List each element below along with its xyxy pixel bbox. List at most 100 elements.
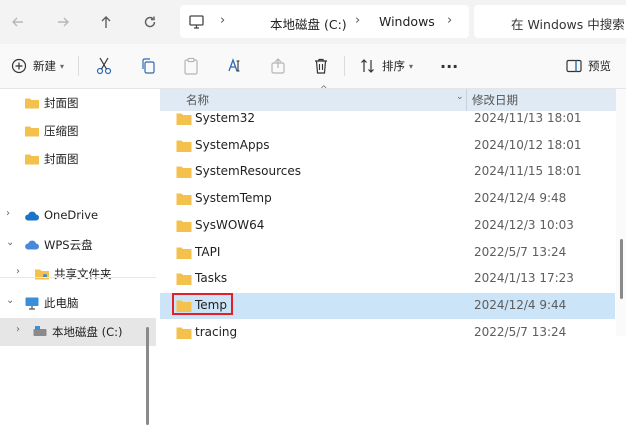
- nav-item-onedrive[interactable]: › OneDrive: [0, 202, 156, 230]
- search-placeholder: 在 Windows 中搜索: [511, 17, 625, 32]
- file-modified-date: 2024/1/13 17:23: [474, 271, 574, 286]
- drive-icon: [33, 326, 47, 336]
- up-button[interactable]: [95, 11, 117, 33]
- table-row[interactable]: TAPI 2022/5/7 13:24: [160, 240, 615, 266]
- table-row[interactable]: SystemApps 2024/10/12 18:01: [160, 133, 615, 159]
- file-name: SysWOW64: [195, 217, 265, 232]
- cloud-icon: [25, 240, 39, 250]
- share-button[interactable]: [270, 55, 286, 77]
- breadcrumb-drive[interactable]: 本地磁盘 (C:): [270, 14, 347, 33]
- nav-item-label: WPS云盘: [44, 238, 93, 252]
- folder-icon: [25, 98, 39, 109]
- nav-item-this-pc[interactable]: ⌄ 此电脑: [0, 289, 156, 317]
- file-name: TAPI: [195, 244, 221, 259]
- nav-item-cover-2[interactable]: 封面图: [0, 145, 156, 173]
- command-toolbar: 新建 ▾ 排序 ▾ ··· 预览: [0, 44, 626, 89]
- more-icon: ···: [440, 56, 459, 76]
- cloud-icon: [25, 211, 39, 221]
- file-modified-date: 2024/12/4 9:48: [474, 191, 567, 206]
- chevron-right-icon[interactable]: ›: [6, 208, 10, 219]
- rename-icon: [228, 58, 240, 72]
- folder-icon: [25, 154, 39, 165]
- table-row[interactable]: SystemResources 2024/11/15 18:01: [160, 159, 615, 185]
- search-input[interactable]: 在 Windows 中搜索: [474, 5, 626, 38]
- table-row[interactable]: SysWOW64 2024/12/3 10:03: [160, 213, 615, 239]
- nav-item-compressed[interactable]: 压缩图: [0, 117, 156, 145]
- folder-icon: [176, 113, 192, 125]
- chevron-down-icon[interactable]: ⌄: [6, 295, 14, 306]
- nav-item-label: 封面图: [44, 152, 79, 166]
- nav-item-label: 封面图: [44, 96, 79, 110]
- chevron-down-icon: ▾: [60, 61, 65, 71]
- chevron-down-icon[interactable]: ⌄: [456, 92, 464, 102]
- preview-pane-icon: [566, 59, 582, 73]
- address-bar: › 本地磁盘 (C:) › Windows › 在 Windows 中搜索: [0, 0, 626, 44]
- sort-icon: [361, 59, 374, 73]
- preview-button[interactable]: 预览: [566, 55, 611, 77]
- folder-icon: [176, 140, 192, 152]
- shared-folder-icon: [35, 269, 49, 280]
- nav-item-shared-folder[interactable]: › 共享文件夹: [0, 260, 156, 288]
- refresh-icon: [144, 16, 156, 28]
- nav-item-wps-cloud[interactable]: ⌄ WPS云盘: [0, 231, 156, 259]
- chevron-right-icon: ›: [220, 13, 226, 28]
- nav-item-label: 本地磁盘 (C:): [52, 325, 123, 339]
- trash-icon: [315, 58, 327, 74]
- folder-icon: [176, 166, 192, 179]
- nav-item-local-disk-c[interactable]: › 本地磁盘 (C:): [0, 318, 156, 346]
- plus-circle-icon: [11, 58, 27, 74]
- sort-label: 排序: [382, 59, 405, 73]
- nav-item-label: 共享文件夹: [54, 267, 112, 281]
- file-modified-date: 2022/5/7 13:24: [474, 324, 567, 339]
- nav-divider: [0, 277, 156, 278]
- file-name: SystemResources: [195, 164, 302, 179]
- file-name: SystemTemp: [195, 191, 272, 206]
- nav-scrollbar[interactable]: [146, 327, 149, 425]
- paste-button[interactable]: [183, 55, 199, 77]
- table-row[interactable]: Temp 2024/12/4 9:44: [160, 292, 615, 319]
- file-name: System32: [195, 111, 256, 125]
- table-row[interactable]: SystemTemp 2024/12/4 9:48: [160, 186, 615, 212]
- annotation-highlight-box: [172, 292, 233, 315]
- table-row[interactable]: Tasks 2024/1/13 17:23: [160, 266, 615, 292]
- chevron-down-icon: ▾: [409, 61, 414, 71]
- more-button[interactable]: ···: [440, 55, 458, 77]
- nav-item-label: 压缩图: [44, 124, 79, 138]
- refresh-button[interactable]: [139, 11, 161, 33]
- breadcrumb-windows[interactable]: Windows: [379, 14, 435, 29]
- scrollbar-thumb[interactable]: [620, 239, 623, 299]
- forward-button[interactable]: [52, 11, 74, 33]
- folder-icon: [176, 220, 192, 232]
- breadcrumb[interactable]: › 本地磁盘 (C:) › Windows ›: [180, 5, 469, 38]
- file-list: ^ 名称 ⌄ 修改日期 System32 2024/11/13 18:01 Syst…: [160, 85, 626, 339]
- back-button[interactable]: [7, 11, 29, 33]
- sort-button[interactable]: 排序 ▾: [360, 55, 413, 77]
- up-arrow-icon: [101, 16, 111, 28]
- table-row[interactable]: tracing 2022/5/7 13:24: [160, 320, 615, 346]
- navigation-pane: 封面图 压缩图 封面图 › OneDrive ⌄ WPS云盘 › 共享文件夹 ⌄…: [0, 89, 156, 425]
- new-button[interactable]: 新建 ▾: [11, 55, 64, 77]
- scissors-icon: [96, 57, 112, 75]
- table-row[interactable]: System32 2024/11/13 18:01: [160, 106, 615, 132]
- chevron-down-icon[interactable]: ⌄: [6, 237, 14, 248]
- folder-icon: [176, 327, 192, 339]
- folder-icon: [25, 126, 39, 137]
- chevron-right-icon: ›: [447, 13, 453, 28]
- copy-button[interactable]: [140, 55, 156, 77]
- toolbar-divider: [78, 56, 79, 76]
- file-modified-date: 2024/11/13 18:01: [474, 111, 582, 125]
- delete-button[interactable]: [313, 55, 329, 77]
- file-modified-date: 2024/11/15 18:01: [474, 164, 582, 179]
- file-modified-date: 2024/10/12 18:01: [474, 137, 582, 152]
- chevron-right-icon[interactable]: ›: [16, 324, 20, 335]
- sort-ascending-icon: ^: [320, 85, 328, 95]
- file-modified-date: 2024/12/4 9:44: [474, 297, 567, 312]
- cut-button[interactable]: [96, 55, 112, 77]
- rename-button[interactable]: [226, 55, 244, 77]
- file-list-scrollbar[interactable]: [616, 89, 626, 336]
- folder-icon: [176, 273, 192, 286]
- chevron-right-icon[interactable]: ›: [16, 266, 20, 277]
- share-icon: [271, 58, 285, 74]
- folder-icon: [176, 193, 192, 206]
- nav-item-cover[interactable]: 封面图: [0, 89, 156, 117]
